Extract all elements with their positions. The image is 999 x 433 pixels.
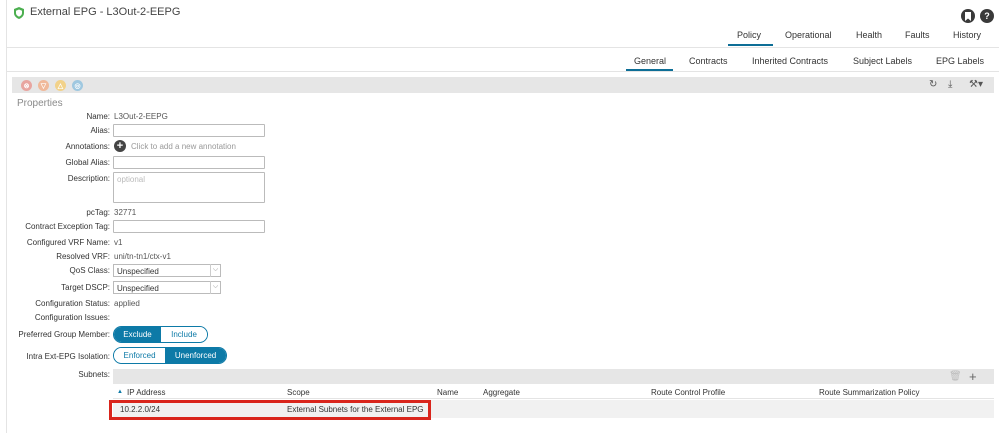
alias-input[interactable] xyxy=(113,124,265,137)
column-scope[interactable]: Scope xyxy=(287,388,310,397)
annotations-label: Annotations: xyxy=(65,142,110,151)
tools-icon[interactable]: ⚒▾ xyxy=(969,79,983,90)
page-title: External EPG - L3Out-2-EEPG xyxy=(30,6,181,18)
description-textarea[interactable]: optional xyxy=(113,172,265,203)
configured-vrf-value: v1 xyxy=(114,238,123,247)
tab-policy[interactable]: Policy xyxy=(737,30,761,40)
tab-inherited-contracts[interactable]: Inherited Contracts xyxy=(752,56,828,66)
enforced-option[interactable]: Enforced xyxy=(114,348,166,363)
tab-general[interactable]: General xyxy=(634,56,666,66)
divider xyxy=(7,47,999,48)
shield-icon xyxy=(14,7,24,19)
isolation-label: Intra Ext-EPG Isolation: xyxy=(26,352,110,361)
configured-vrf-label: Configured VRF Name: xyxy=(26,238,110,247)
resolved-vrf-label: Resolved VRF: xyxy=(56,252,110,261)
global-alias-input[interactable] xyxy=(113,156,265,169)
tab-contracts[interactable]: Contracts xyxy=(689,56,728,66)
name-label: Name: xyxy=(86,112,110,121)
warning-fault-icon[interactable]: ◎ xyxy=(72,80,83,91)
tab-operational[interactable]: Operational xyxy=(785,30,832,40)
help-icon[interactable]: ? xyxy=(980,9,994,23)
critical-fault-icon[interactable]: ⊗ xyxy=(21,80,32,91)
bookmark-icon[interactable] xyxy=(961,9,975,23)
trash-icon[interactable]: 🗑 xyxy=(949,371,962,382)
section-title: Properties xyxy=(17,98,63,109)
resolved-vrf-value: uni/tn-tn1/ctx-v1 xyxy=(114,252,171,261)
contract-exception-tag-label: Contract Exception Tag: xyxy=(25,222,110,231)
divider xyxy=(113,398,994,399)
target-dscp-label: Target DSCP: xyxy=(61,283,110,292)
exclude-option[interactable]: Exclude xyxy=(114,327,161,342)
global-alias-label: Global Alias: xyxy=(65,158,110,167)
isolation-toggle[interactable]: Enforced Unenforced xyxy=(113,347,227,364)
tab-health[interactable]: Health xyxy=(856,30,882,40)
name-value: L3Out-2-EEPG xyxy=(114,112,168,121)
include-option[interactable]: Include xyxy=(160,327,207,342)
column-name[interactable]: Name xyxy=(437,388,458,397)
column-ip-address[interactable]: IP Address xyxy=(127,388,166,397)
preferred-group-toggle[interactable]: Exclude Include xyxy=(113,326,208,343)
alias-label: Alias: xyxy=(90,126,110,135)
download-icon[interactable]: ⤓ xyxy=(948,79,952,90)
refresh-icon[interactable]: ↻ xyxy=(929,79,937,90)
add-annotation-icon[interactable]: + xyxy=(114,140,126,152)
qos-class-label: QoS Class: xyxy=(69,266,110,275)
plus-icon[interactable]: + xyxy=(969,369,977,384)
qos-class-select[interactable]: Unspecified xyxy=(113,264,221,277)
tab-subject-labels[interactable]: Subject Labels xyxy=(853,56,912,66)
preferred-group-label: Preferred Group Member: xyxy=(18,330,110,339)
pctag-label: pcTag: xyxy=(86,208,110,217)
column-route-control-profile[interactable]: Route Control Profile xyxy=(651,388,725,397)
column-aggregate[interactable]: Aggregate xyxy=(483,388,520,397)
fault-toolbar xyxy=(12,77,994,93)
target-dscp-select[interactable]: Unspecified xyxy=(113,281,221,294)
pctag-value: 32771 xyxy=(114,208,137,217)
minor-fault-icon[interactable]: △ xyxy=(55,80,66,91)
configuration-status-value: applied xyxy=(114,299,140,308)
tab-faults[interactable]: Faults xyxy=(905,30,930,40)
tab-history[interactable]: History xyxy=(953,30,981,40)
chevron-down-icon[interactable]: ⌵ xyxy=(210,264,220,277)
annotation-hint[interactable]: Click to add a new annotation xyxy=(131,142,236,151)
subnets-label: Subnets: xyxy=(78,370,110,379)
description-label: Description: xyxy=(67,174,110,183)
contract-exception-tag-input[interactable] xyxy=(113,220,265,233)
subnets-toolbar xyxy=(113,369,994,384)
major-fault-icon[interactable]: ▽ xyxy=(38,80,49,91)
tab-epg-labels[interactable]: EPG Labels xyxy=(936,56,984,66)
unenforced-option[interactable]: Unenforced xyxy=(165,348,226,363)
configuration-issues-label: Configuration Issues: xyxy=(34,313,110,322)
configuration-status-label: Configuration Status: xyxy=(35,299,110,308)
divider xyxy=(7,71,999,72)
highlight-box xyxy=(109,400,431,420)
active-tab-indicator xyxy=(728,44,773,46)
sort-asc-icon[interactable]: ▲ xyxy=(117,389,123,395)
column-route-summarization-policy[interactable]: Route Summarization Policy xyxy=(819,388,919,397)
chevron-down-icon[interactable]: ⌵ xyxy=(210,281,220,294)
